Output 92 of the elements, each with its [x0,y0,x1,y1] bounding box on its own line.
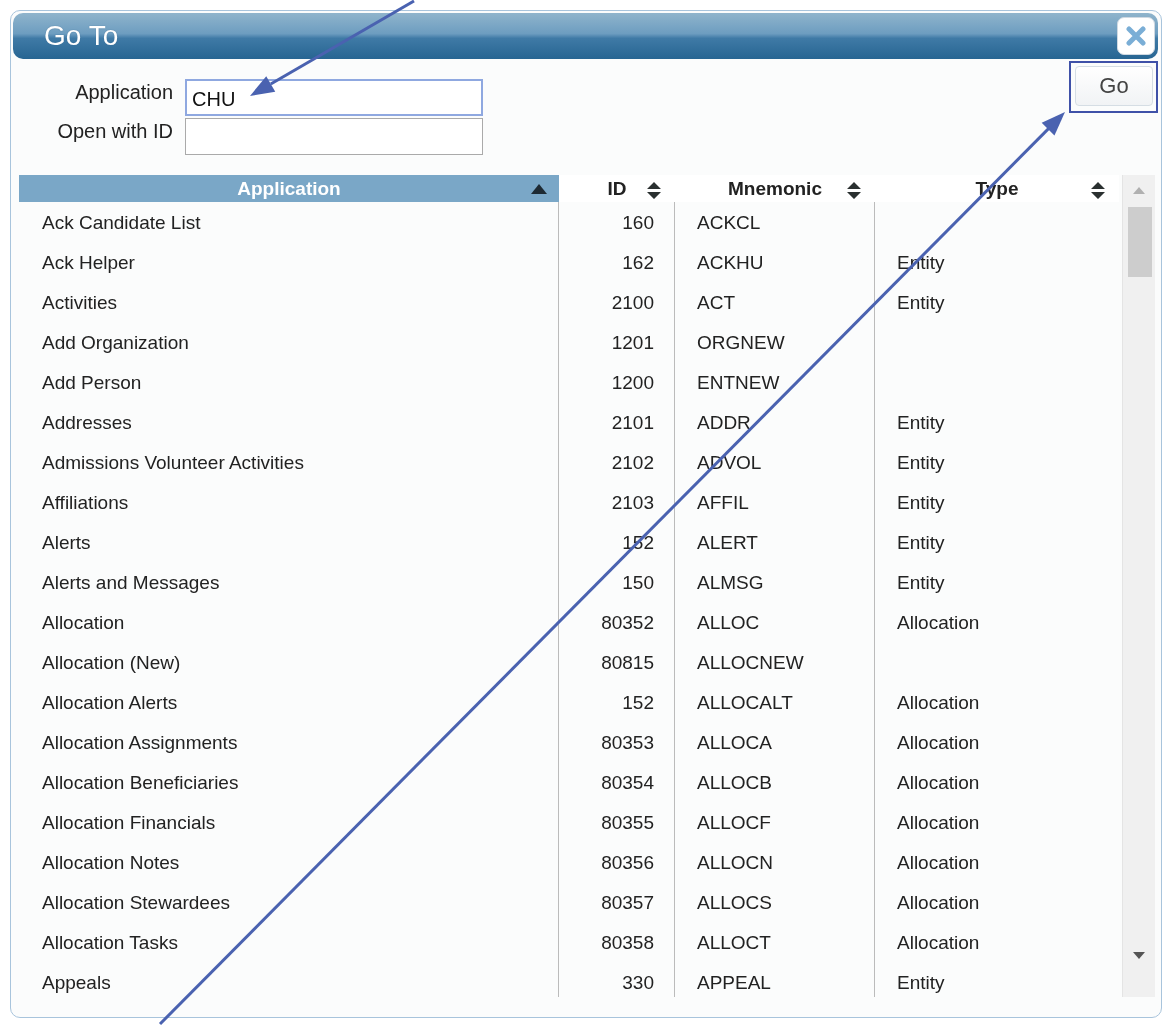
table-cell: 150 [622,572,654,592]
input-field[interactable] [185,118,483,155]
table-cell: ALLOCN [697,852,774,872]
table-cell: Alerts [42,532,91,552]
arrowhead-icon [1040,111,1066,137]
table-cell: Ack Candidate List [42,212,201,232]
table-cell: ALERT [697,532,758,552]
table-cell: Allocation Financials [42,812,216,832]
table-cell: Appeals [42,972,111,992]
table-cell: Allocation Stewardees [42,892,230,912]
table-cell: Entity [897,972,945,992]
table-cell: 80815 [601,652,654,672]
table-cell: ACT [697,292,735,312]
table-cell: 80355 [601,812,654,832]
table-cell: APPEAL [697,972,771,992]
scroll-thumb[interactable] [1128,207,1152,277]
window-title: Go To [44,20,119,52]
table-cell: Entity [897,572,945,592]
sort-icon [1091,182,1105,199]
table-cell: Allocation Assignments [42,732,238,752]
go-button[interactable]: Go [1075,66,1153,106]
table-cell: Allocation [897,612,980,632]
table-cell: Ack Helper [42,252,135,272]
scrollbar[interactable] [1122,175,1155,997]
table-cell: ACKCL [697,212,761,232]
table-cell: 2101 [611,412,654,432]
table-cell: 162 [622,252,654,272]
sort-icon [647,182,661,199]
table-cell: 1201 [611,332,654,352]
sort-ascending-icon [531,184,547,194]
table-cell: Entity [897,452,945,472]
column-header[interactable]: ID [559,175,675,202]
table-cell: ADDR [697,412,751,432]
table-cell: Allocation [897,692,980,712]
table-cell: Allocation [897,852,980,872]
table-cell: Add Person [42,372,142,392]
table-cell: ORGNEW [697,332,785,352]
table-cell: 80357 [601,892,654,912]
table-cell: ALLOC [697,612,760,632]
table-cell: 160 [622,212,654,232]
table-cell: ALMSG [697,572,764,592]
table-cell: Entity [897,532,945,552]
close-icon [1126,26,1146,46]
field-label: Open with ID [56,119,173,143]
table-cell: ALLOCS [697,892,772,912]
table-cell: 152 [622,692,654,712]
table-cell: Alerts and Messages [42,572,220,592]
table-cell: Allocation [897,772,980,792]
input-field[interactable]: CHU [185,79,483,116]
table-cell: Admissions Volunteer Activities [42,452,304,472]
table-cell: Allocation Beneficiaries [42,772,239,792]
table-cell: Allocation (New) [42,652,181,672]
table-cell: Allocation [897,932,980,952]
table-cell: ALLOCA [697,732,772,752]
table-cell: ALLOCT [697,932,771,952]
table-cell: AFFIL [697,492,749,512]
field-label: Application [74,80,173,104]
table-cell: Entity [897,412,945,432]
table-cell: 80356 [601,852,654,872]
table-cell: Activities [42,292,117,312]
table-cell: Allocation Notes [42,852,180,872]
table-cell: Addresses [42,412,132,432]
table-cell: ALLOCALT [697,692,793,712]
table-cell: 80358 [601,932,654,952]
scroll-up-icon[interactable] [1133,187,1145,194]
table-cell: Allocation [42,612,125,632]
table-cell: Allocation [897,812,980,832]
scroll-down-icon[interactable] [1133,952,1145,959]
table-cell: 2103 [611,492,654,512]
table-cell: ALLOCB [697,772,772,792]
table-cell: ACKHU [697,252,764,272]
table-cell: Entity [897,492,945,512]
table-cell: Affiliations [42,492,129,512]
table-cell: Entity [897,292,945,312]
table-cell: Add Organization [42,332,189,352]
sort-icon [847,182,861,199]
table-cell: Allocation Tasks [42,932,178,952]
table-cell: 330 [622,972,654,992]
table-cell: Allocation Alerts [42,692,178,712]
column-header[interactable]: Mnemonic [675,175,875,202]
table-cell: 1200 [611,372,654,392]
table-cell: Allocation [897,732,980,752]
table-cell: ENTNEW [697,372,780,392]
table-cell: 2100 [611,292,654,312]
table-cell: 80354 [601,772,654,792]
table-cell: ALLOCNEW [697,652,804,672]
table-cell: 80352 [601,612,654,632]
table-cell: 80353 [601,732,654,752]
table-cell: Allocation [897,892,980,912]
table-cell: ALLOCF [697,812,771,832]
table-cell: 2102 [611,452,654,472]
close-button[interactable] [1117,17,1155,55]
